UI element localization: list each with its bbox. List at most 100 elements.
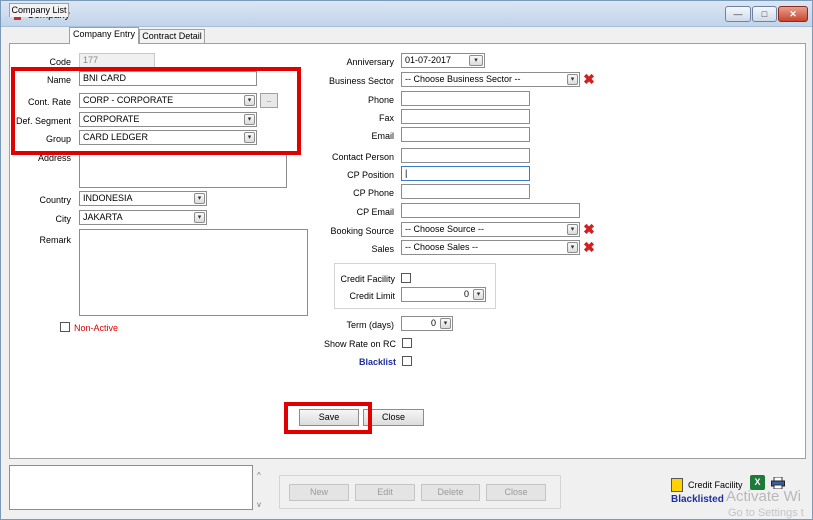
- remark-label: Remark: [39, 235, 71, 245]
- phone-label: Phone: [367, 95, 394, 105]
- def-segment-select[interactable]: CORPORATE ▾: [79, 112, 257, 127]
- fax-field[interactable]: [401, 109, 530, 124]
- scroll-down-icon[interactable]: v: [257, 500, 261, 509]
- sales-value: -- Choose Sales --: [405, 242, 479, 252]
- clear-sales-icon[interactable]: ✖: [582, 240, 596, 254]
- tab-company-entry[interactable]: Company Entry: [69, 27, 139, 44]
- fax-label: Fax: [378, 113, 394, 123]
- company-window: Company — □ ✕ Company List Company Entry…: [0, 0, 813, 520]
- cont-rate-value: CORP - CORPORATE: [83, 95, 174, 105]
- credit-limit-value: 0: [463, 289, 469, 299]
- tab-company-list[interactable]: Company List: [9, 3, 69, 17]
- tab-contract-detail[interactable]: Contract Detail: [139, 29, 205, 43]
- booking-source-select[interactable]: -- Choose Source -- ▾: [401, 222, 580, 237]
- anniversary-date-picker[interactable]: 01-07-2017 ▾: [401, 53, 485, 68]
- phone-field[interactable]: [401, 91, 530, 106]
- clear-booking-source-icon[interactable]: ✖: [582, 222, 596, 236]
- chevron-down-icon: ▾: [567, 242, 578, 253]
- booking-source-value: -- Choose Source --: [405, 224, 485, 234]
- credit-facility-swatch: [671, 478, 683, 492]
- sales-select[interactable]: -- Choose Sales -- ▾: [401, 240, 580, 255]
- notes-list[interactable]: [9, 465, 253, 510]
- def-segment-label: Def. Segment: [15, 116, 71, 126]
- city-select[interactable]: JAKARTA ▾: [79, 210, 207, 225]
- non-active-checkbox[interactable]: [60, 322, 70, 332]
- credit-groupbox: [334, 263, 496, 309]
- def-segment-value: CORPORATE: [83, 114, 140, 124]
- cp-email-field[interactable]: [401, 203, 580, 218]
- group-value: CARD LEDGER: [83, 132, 149, 142]
- credit-limit-spinner[interactable]: 0 ▾: [401, 287, 486, 302]
- chevron-down-icon: ▾: [244, 132, 255, 143]
- blacklist-label: Blacklist: [358, 357, 396, 367]
- cp-position-label: CP Position: [347, 170, 394, 180]
- chevron-down-icon: ▾: [567, 74, 578, 85]
- booking-source-label: Booking Source: [330, 226, 394, 236]
- email-field[interactable]: [401, 127, 530, 142]
- non-active-label: Non-Active: [74, 323, 119, 333]
- country-select[interactable]: INDONESIA ▾: [79, 191, 207, 206]
- spinner-icon: ▾: [473, 289, 484, 300]
- credit-facility-label: Credit Facility: [340, 274, 395, 284]
- code-label: Code: [49, 57, 71, 67]
- anniversary-label: Anniversary: [346, 57, 394, 67]
- cont-rate-browse-button[interactable]: ..: [260, 93, 278, 108]
- cp-phone-field[interactable]: [401, 184, 530, 199]
- minimize-button[interactable]: —: [725, 6, 751, 22]
- city-value: JAKARTA: [83, 212, 123, 222]
- cp-position-field[interactable]: |: [401, 166, 530, 181]
- activation-watermark: Activate Wi: [726, 488, 802, 505]
- close-window-button[interactable]: ✕: [778, 6, 808, 22]
- business-sector-label: Business Sector: [328, 76, 394, 86]
- save-button[interactable]: Save: [299, 409, 359, 426]
- remark-field[interactable]: [79, 229, 308, 316]
- credit-limit-label: Credit Limit: [349, 291, 395, 301]
- new-button[interactable]: New: [289, 484, 349, 501]
- group-label: Group: [45, 134, 71, 144]
- blacklisted-legend: Blacklisted: [671, 494, 724, 505]
- cp-phone-label: CP Phone: [353, 188, 394, 198]
- spinner-icon: ▾: [440, 318, 451, 329]
- cont-rate-label: Cont. Rate: [27, 97, 71, 107]
- anniversary-value: 01-07-2017: [405, 55, 452, 65]
- address-label: Address: [37, 153, 71, 163]
- title-bar: Company — □ ✕: [1, 1, 812, 27]
- group-select[interactable]: CARD LEDGER ▾: [79, 130, 257, 145]
- show-rate-on-rc-label: Show Rate on RC: [323, 339, 396, 349]
- close-button[interactable]: Close: [363, 409, 424, 426]
- bottom-close-button[interactable]: Close: [486, 484, 546, 501]
- cp-email-label: CP Email: [356, 207, 394, 217]
- email-label: Email: [371, 131, 394, 141]
- business-sector-select[interactable]: -- Choose Business Sector -- ▾: [401, 72, 580, 87]
- show-rate-on-rc-checkbox[interactable]: [402, 338, 412, 348]
- blacklist-checkbox[interactable]: [402, 356, 412, 366]
- term-days-spinner[interactable]: 0 ▾: [401, 316, 453, 331]
- scroll-up-icon[interactable]: ^: [257, 471, 261, 480]
- city-label: City: [55, 214, 72, 224]
- term-days-value: 0: [430, 318, 436, 328]
- calendar-icon: ▾: [469, 55, 483, 66]
- cont-rate-select[interactable]: CORP - CORPORATE ▾: [79, 93, 257, 108]
- clear-business-sector-icon[interactable]: ✖: [582, 72, 596, 86]
- sales-label: Sales: [371, 244, 394, 254]
- chevron-down-icon: ▾: [244, 114, 255, 125]
- chevron-down-icon: ▾: [194, 193, 205, 204]
- contact-person-field[interactable]: [401, 148, 530, 163]
- country-value: INDONESIA: [83, 193, 133, 203]
- code-field: 177: [79, 53, 155, 68]
- chevron-down-icon: ▾: [567, 224, 578, 235]
- business-sector-value: -- Choose Business Sector --: [405, 74, 521, 84]
- activation-watermark-sub: Go to Settings t: [728, 507, 804, 519]
- name-field[interactable]: BNI CARD: [79, 71, 257, 86]
- term-days-label: Term (days): [346, 320, 394, 330]
- delete-button[interactable]: Delete: [421, 484, 480, 501]
- credit-facility-checkbox[interactable]: [401, 273, 411, 283]
- edit-button[interactable]: Edit: [355, 484, 415, 501]
- chevron-down-icon: ▾: [244, 95, 255, 106]
- maximize-button[interactable]: □: [752, 6, 777, 22]
- country-label: Country: [39, 195, 71, 205]
- contact-person-label: Contact Person: [331, 152, 394, 162]
- address-field[interactable]: [79, 151, 287, 188]
- name-label: Name: [46, 75, 71, 85]
- chevron-down-icon: ▾: [194, 212, 205, 223]
